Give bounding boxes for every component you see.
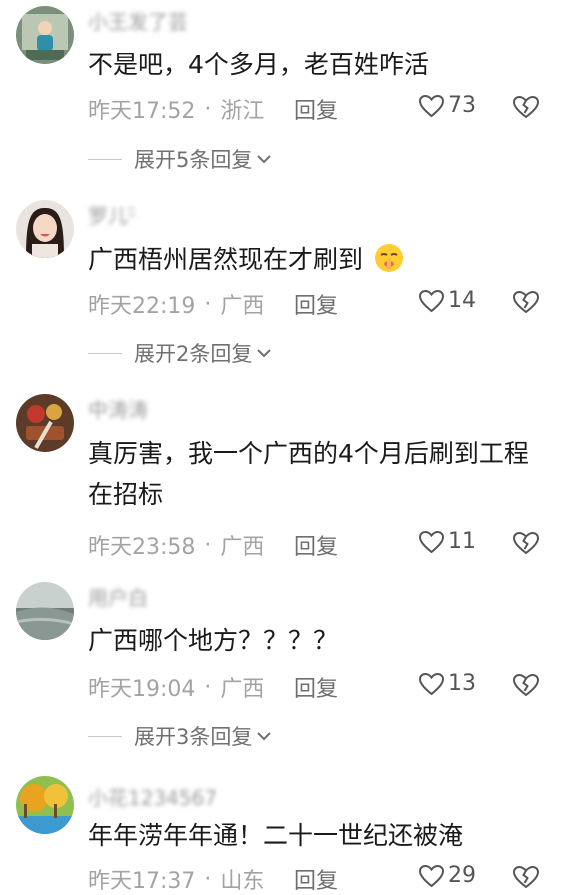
comment-text: 不是吧，4个多月，老百姓咋活 bbox=[88, 50, 429, 79]
comment-location: 广西 bbox=[220, 294, 265, 319]
broken-heart-icon bbox=[512, 673, 540, 697]
comment-text: 真厉害，我一个广西的4个月后刷到工程在招标 bbox=[88, 439, 529, 509]
like-count: 73 bbox=[448, 93, 476, 118]
comment-time: 昨天22:19 bbox=[88, 294, 196, 319]
comment-text: 广西梧州居然现在才刷到 bbox=[88, 239, 550, 280]
username[interactable]: 罗儿ᵕ̈ bbox=[88, 200, 136, 229]
divider-line bbox=[88, 352, 122, 354]
like-button[interactable]: 11 bbox=[418, 529, 476, 554]
avatar[interactable] bbox=[16, 200, 74, 258]
avatar[interactable] bbox=[16, 776, 74, 834]
comment-location: 广西 bbox=[220, 535, 265, 560]
comment-time: 昨天19:04 bbox=[88, 677, 196, 702]
like-button[interactable]: 29 bbox=[418, 863, 476, 888]
like-button[interactable]: 14 bbox=[418, 288, 476, 313]
chevron-down-icon bbox=[257, 155, 272, 164]
comment-text-content: 广西梧州居然现在才刷到 bbox=[88, 245, 364, 274]
comment-meta: 昨天17:37 · 山东 bbox=[88, 863, 264, 895]
expand-replies-button[interactable]: 展开5条回复 bbox=[88, 144, 272, 174]
divider-line bbox=[88, 158, 122, 160]
comment-location: 浙江 bbox=[220, 99, 265, 124]
username[interactable]: 中涛涛 bbox=[88, 394, 148, 423]
shushing-face-emoji-icon bbox=[374, 244, 403, 272]
comment-location: 山东 bbox=[220, 869, 265, 894]
meta-separator: · bbox=[204, 674, 212, 700]
avatar-image bbox=[16, 776, 74, 834]
expand-replies-label: 展开2条回复 bbox=[134, 342, 253, 366]
dislike-button[interactable] bbox=[512, 94, 540, 120]
like-count: 13 bbox=[448, 671, 476, 696]
heart-icon bbox=[418, 672, 445, 695]
comment-text: 广西哪个地方？？？？ bbox=[88, 626, 339, 655]
broken-heart-icon bbox=[512, 865, 540, 889]
like-count: 11 bbox=[448, 529, 476, 554]
dislike-button[interactable] bbox=[512, 864, 540, 890]
broken-heart-icon bbox=[512, 290, 540, 314]
avatar-image bbox=[16, 200, 74, 258]
comment-meta: 昨天17:52 · 浙江 bbox=[88, 93, 264, 125]
reply-button[interactable]: 回复 bbox=[294, 863, 338, 895]
like-button[interactable]: 73 bbox=[418, 93, 476, 118]
chevron-down-icon bbox=[257, 732, 272, 741]
divider-line bbox=[88, 735, 122, 737]
like-button[interactable]: 13 bbox=[418, 671, 476, 696]
heart-icon bbox=[418, 530, 445, 553]
meta-separator: · bbox=[204, 866, 212, 892]
like-count: 14 bbox=[448, 288, 476, 313]
username[interactable]: 用户白 bbox=[88, 582, 148, 611]
username[interactable]: 小花1234567 bbox=[88, 782, 217, 811]
chevron-down-icon bbox=[257, 349, 272, 358]
expand-replies-label: 展开3条回复 bbox=[134, 725, 253, 749]
dislike-button[interactable] bbox=[512, 289, 540, 315]
meta-separator: · bbox=[204, 291, 212, 317]
reply-button[interactable]: 回复 bbox=[294, 93, 338, 125]
comment-time: 昨天23:58 bbox=[88, 535, 196, 560]
dislike-button[interactable] bbox=[512, 530, 540, 556]
broken-heart-icon bbox=[512, 531, 540, 555]
comment-location: 广西 bbox=[220, 677, 265, 702]
comment-meta: 昨天23:58 · 广西 bbox=[88, 529, 264, 561]
dislike-button[interactable] bbox=[512, 672, 540, 698]
username[interactable]: 小王发了芸 bbox=[88, 6, 188, 35]
comment-time: 昨天17:37 bbox=[88, 869, 196, 894]
comment-meta: 昨天22:19 · 广西 bbox=[88, 288, 264, 320]
avatar[interactable] bbox=[16, 6, 74, 64]
meta-separator: · bbox=[204, 96, 212, 122]
heart-icon bbox=[418, 289, 445, 312]
comment-text: 年年涝年年通！二十一世纪还被淹 bbox=[88, 821, 464, 850]
heart-icon bbox=[418, 94, 445, 117]
reply-button[interactable]: 回复 bbox=[294, 288, 338, 320]
comment-meta: 昨天19:04 · 广西 bbox=[88, 671, 264, 703]
avatar[interactable] bbox=[16, 394, 74, 452]
broken-heart-icon bbox=[512, 95, 540, 119]
expand-replies-button[interactable]: 展开2条回复 bbox=[88, 338, 272, 368]
avatar[interactable] bbox=[16, 582, 74, 640]
comment-time: 昨天17:52 bbox=[88, 99, 196, 124]
heart-icon bbox=[418, 864, 445, 887]
avatar-image bbox=[16, 582, 74, 640]
reply-button[interactable]: 回复 bbox=[294, 529, 338, 561]
avatar-image bbox=[16, 394, 74, 452]
avatar-image bbox=[16, 6, 74, 64]
meta-separator: · bbox=[204, 532, 212, 558]
reply-button[interactable]: 回复 bbox=[294, 671, 338, 703]
expand-replies-button[interactable]: 展开3条回复 bbox=[88, 721, 272, 751]
expand-replies-label: 展开5条回复 bbox=[134, 148, 253, 172]
like-count: 29 bbox=[448, 863, 476, 888]
